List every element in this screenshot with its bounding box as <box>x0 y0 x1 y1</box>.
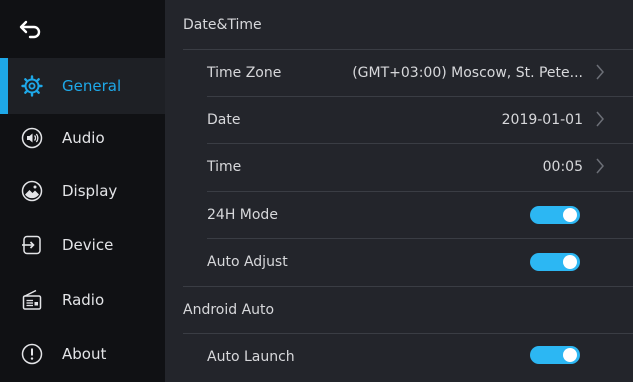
auto-launch-toggle[interactable] <box>530 346 580 364</box>
toggle-knob <box>563 208 577 222</box>
settings-panel: Date&Time Time Zone (GMT+03:00) Moscow, … <box>165 0 633 382</box>
chevron-right-icon <box>596 111 604 127</box>
auto-launch-label: Auto Launch <box>207 349 295 365</box>
divider <box>183 286 633 287</box>
auto-adjust-toggle[interactable] <box>530 253 580 271</box>
auto-launch-row: Auto Launch <box>165 334 633 380</box>
sidebar-item-label: General <box>62 77 122 95</box>
sidebar-item-label: Audio <box>62 129 105 147</box>
date-label: Date <box>207 112 241 128</box>
sidebar-item-display[interactable]: Display <box>0 163 165 219</box>
gear-icon <box>20 74 44 98</box>
device-input-icon <box>20 233 44 257</box>
mode-24h-toggle[interactable] <box>530 206 580 224</box>
chevron-right-icon <box>596 64 604 80</box>
sidebar-item-label: Radio <box>62 291 105 309</box>
radio-icon <box>20 288 44 312</box>
back-button[interactable] <box>0 0 165 58</box>
sidebar-item-about[interactable]: About <box>0 326 165 382</box>
sidebar-item-label: About <box>62 345 107 363</box>
section-header-date-time: Date&Time <box>183 17 262 33</box>
sidebar-item-label: Display <box>62 182 118 200</box>
sidebar-item-audio[interactable]: Audio <box>0 110 165 166</box>
time-row[interactable]: Time 00:05 <box>165 144 633 190</box>
sidebar-item-radio[interactable]: Radio <box>0 272 165 328</box>
time-zone-label: Time Zone <box>207 65 282 81</box>
section-header-android-auto: Android Auto <box>183 302 275 318</box>
mode-24h-label: 24H Mode <box>207 207 278 223</box>
time-label: Time <box>207 159 242 175</box>
auto-adjust-label: Auto Adjust <box>207 254 288 270</box>
date-value: 2019-01-01 <box>501 112 583 128</box>
chevron-right-icon <box>596 158 604 174</box>
toggle-knob <box>563 255 577 269</box>
date-row[interactable]: Date 2019-01-01 <box>165 97 633 143</box>
time-value: 00:05 <box>542 159 583 175</box>
time-zone-value: (GMT+03:00) Moscow, St. Pete... <box>352 65 583 81</box>
sidebar-item-device[interactable]: Device <box>0 217 165 273</box>
sidebar: General Audio Display Device Radio About <box>0 0 165 382</box>
mode-24h-row: 24H Mode <box>165 192 633 238</box>
sidebar-item-general[interactable]: General <box>0 58 165 114</box>
info-icon <box>20 342 44 366</box>
settings-screen: General Audio Display Device Radio About… <box>0 0 633 382</box>
time-zone-row[interactable]: Time Zone (GMT+03:00) Moscow, St. Pete..… <box>165 50 633 96</box>
toggle-knob <box>563 348 577 362</box>
speaker-icon <box>20 126 44 150</box>
auto-adjust-row: Auto Adjust <box>165 239 633 285</box>
sidebar-item-label: Device <box>62 236 114 254</box>
display-icon <box>20 179 44 203</box>
back-arrow-icon <box>19 20 41 39</box>
